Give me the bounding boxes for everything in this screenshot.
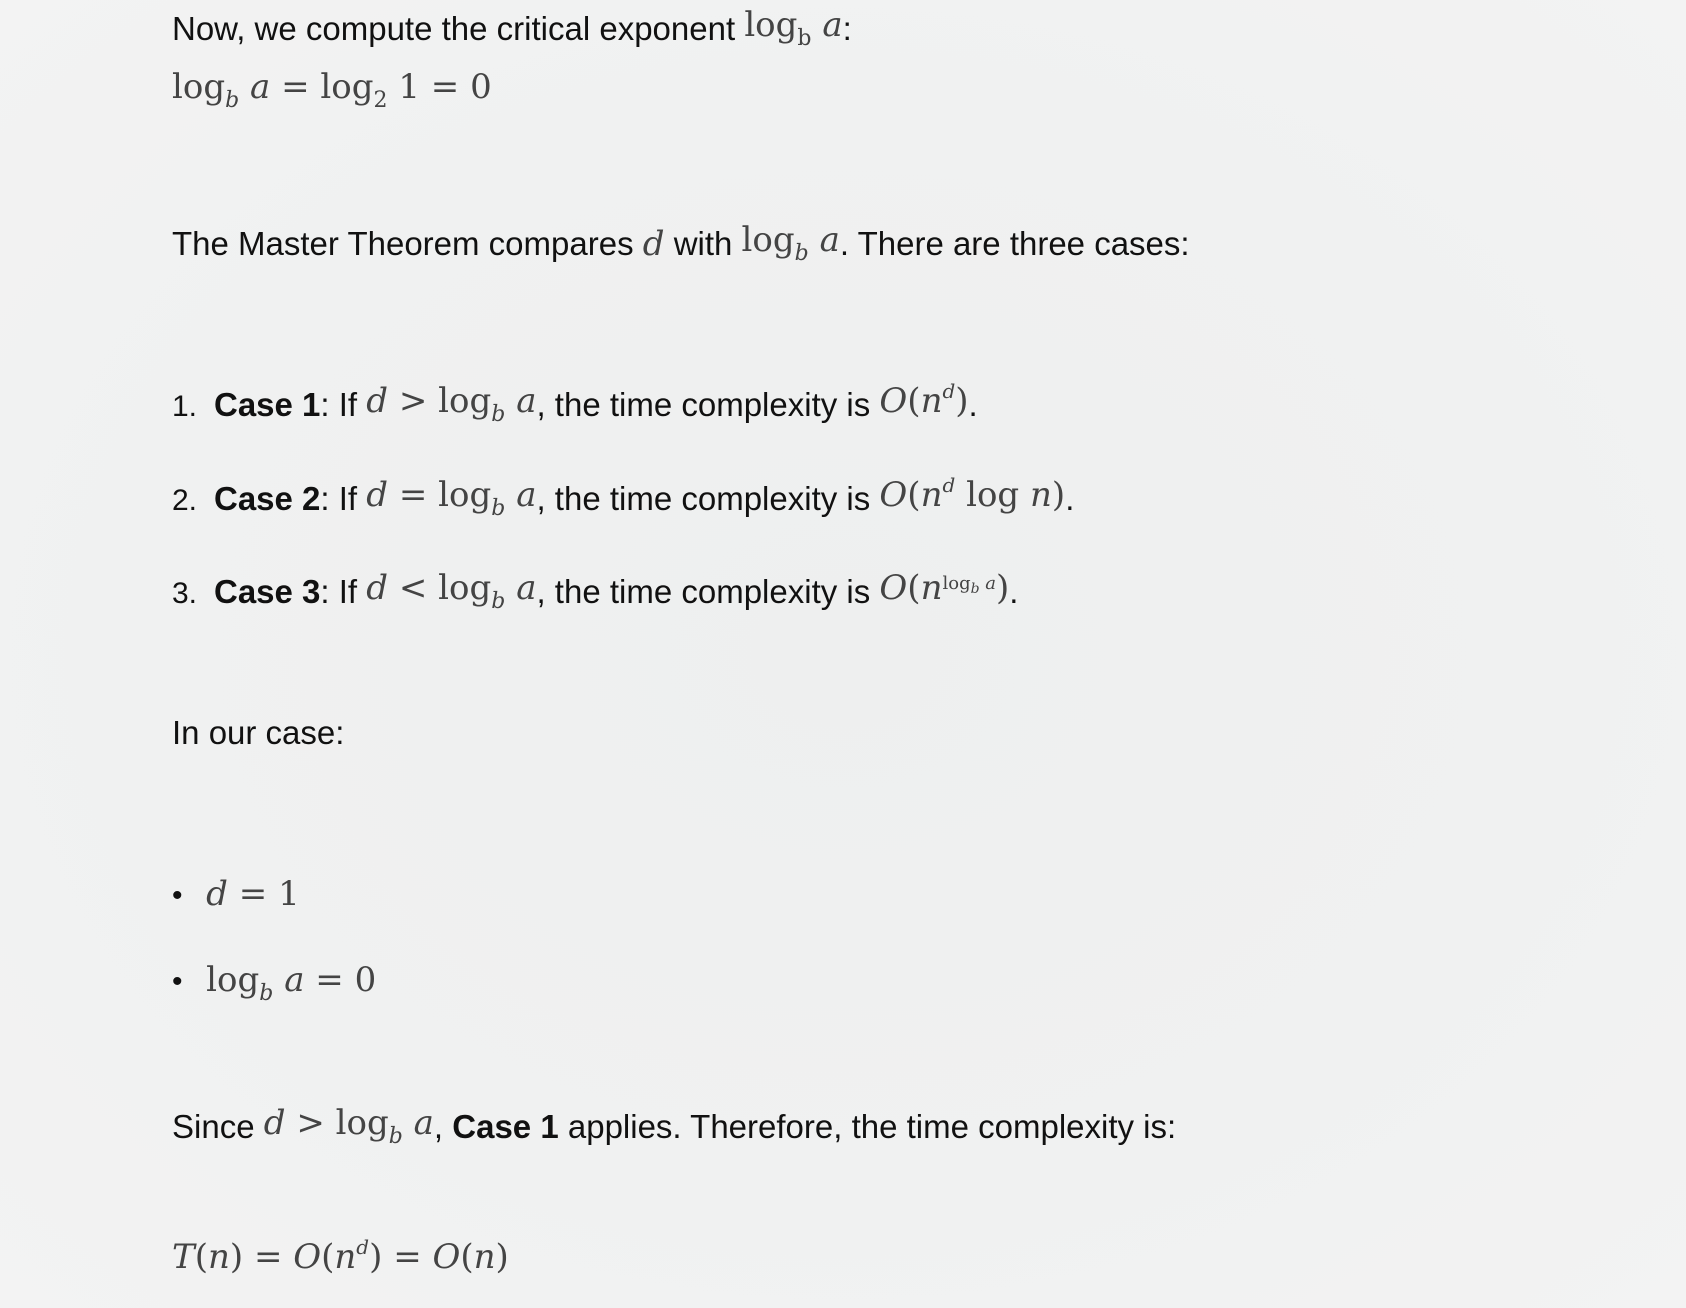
math-log-b-a: logb a [741, 220, 840, 266]
master-theorem-line: The Master Theorem compares d with logb … [172, 220, 1190, 266]
our-case-heading: In our case: [172, 714, 345, 751]
math-complexity: O(nd log n) [879, 473, 1066, 515]
final-complexity-equation: T(n) = O(nd) = O(n) [172, 1235, 509, 1277]
case-3-item: 3. Case 3: If d < logb a, the time comple… [172, 568, 1019, 614]
case-2-item: 2. Case 2: If d = logb a, the time comple… [172, 473, 1075, 521]
critical-exponent-equation: logb a = log2 1 = 0 [172, 67, 492, 113]
intro-line: Now, we compute the critical exponent lo… [172, 5, 852, 51]
bullet-log-equals-0: • logb a = 0 [172, 960, 377, 1006]
math-condition: d < logb a [366, 568, 537, 614]
math-complexity: O(nlogb a) [879, 568, 1010, 608]
math-log-equals-0: logb a = 0 [206, 960, 377, 1006]
math-condition: d > logb a [263, 1103, 434, 1149]
case-1-item: 1. Case 1: If d > logb a, the time comple… [172, 379, 978, 427]
math-condition: d = logb a [366, 475, 537, 521]
bullet-marker: • [172, 965, 183, 998]
bullet-marker: • [172, 879, 183, 912]
math-d-equals-1: d = 1 [206, 874, 300, 914]
bullet-d-equals-1: • d = 1 [172, 877, 300, 911]
math-log-b-a: logb a [744, 5, 843, 51]
math-condition: d > logb a [366, 381, 537, 427]
math-complexity: O(nd) [879, 379, 969, 421]
since-line: Since d > logb a, Case 1 applies. Theref… [172, 1103, 1177, 1149]
document-page: Now, we compute the critical exponent lo… [0, 0, 1686, 1308]
